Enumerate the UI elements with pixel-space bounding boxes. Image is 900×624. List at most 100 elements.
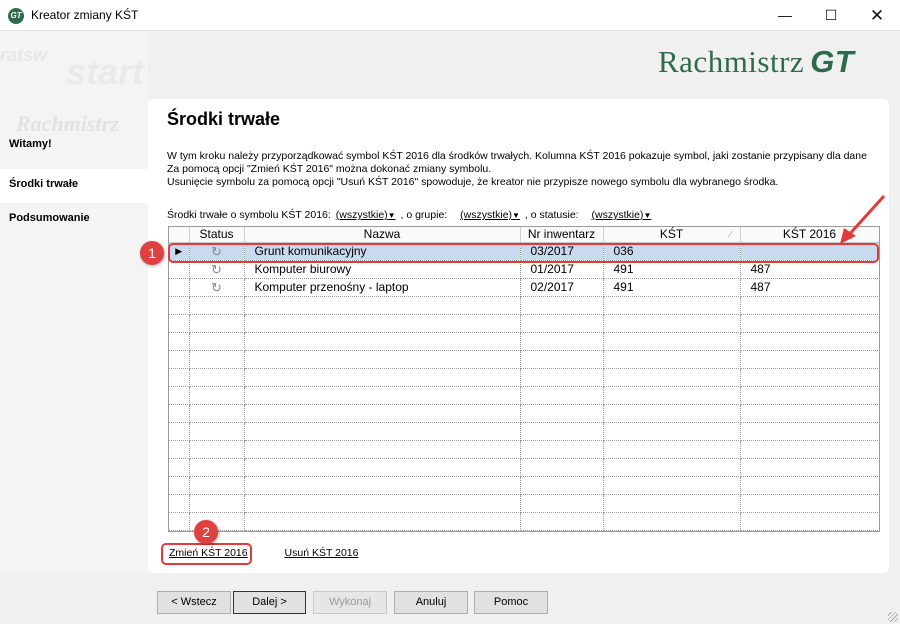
empty-row xyxy=(169,494,879,513)
empty-cell xyxy=(169,350,190,369)
group-filter-dropdown[interactable]: (wszystkie)▼ xyxy=(460,209,520,221)
empty-cell xyxy=(520,494,604,513)
cell-nr-inwentarz[interactable]: 02/2017 xyxy=(520,278,604,297)
remove-kst-2016-link[interactable]: Usuń KŚT 2016 xyxy=(285,547,359,559)
grid-header-row: Status Nazwa Nr inwentarz KŚT ∕ KŚT 2016 xyxy=(169,227,879,243)
empty-cell xyxy=(189,476,245,495)
column-header-nr-inwentarz[interactable]: Nr inwentarz xyxy=(520,227,604,243)
column-header-kst[interactable]: KŚT ∕ xyxy=(603,227,741,243)
maximize-icon[interactable]: ☐ xyxy=(808,0,854,31)
empty-cell xyxy=(169,476,190,495)
empty-row xyxy=(169,440,879,459)
title-bar: GT Kreator zmiany KŚT — ☐ ✕ xyxy=(0,0,900,31)
row-indicator-icon xyxy=(169,278,190,297)
column-header-nazwa[interactable]: Nazwa xyxy=(244,227,521,243)
rachmistrz-logo: Rachmistrz GT xyxy=(658,44,854,80)
dropdown-arrow-icon: ▼ xyxy=(387,211,396,220)
empty-cell xyxy=(169,332,190,351)
finish-button[interactable]: Wykonaj xyxy=(313,591,387,614)
empty-cell xyxy=(740,476,879,495)
filter-bar: Środki trwałe o symbolu KŚT 2016: (wszys… xyxy=(167,209,653,221)
empty-cell xyxy=(740,422,879,441)
table-row[interactable]: ↻ Komputer przenośny - laptop 02/2017 491 48… xyxy=(169,278,879,297)
empty-row xyxy=(169,512,879,531)
empty-cell xyxy=(189,314,245,333)
empty-cell xyxy=(244,386,521,405)
sidebar-item-podsumowanie[interactable]: Podsumowanie xyxy=(0,203,148,237)
cell-kst-2016[interactable]: 487 xyxy=(740,278,879,297)
empty-row xyxy=(169,422,879,441)
cell-nazwa[interactable]: Komputer przenośny - laptop xyxy=(244,278,521,297)
sidebar-item-srodki-trwale[interactable]: Środki trwałe xyxy=(0,169,148,203)
empty-cell xyxy=(740,512,879,531)
status-filter-dropdown[interactable]: (wszystkie)▼ xyxy=(592,209,652,221)
empty-cell xyxy=(740,314,879,333)
empty-cell xyxy=(244,368,521,387)
description-line: Za pomocą opcji "Zmień KŚT 2016" można d… xyxy=(167,163,492,175)
empty-cell xyxy=(603,332,741,351)
change-link-highlight xyxy=(161,543,252,565)
empty-cell xyxy=(520,386,604,405)
empty-cell xyxy=(169,314,190,333)
empty-cell xyxy=(520,296,604,315)
column-header-indicator xyxy=(169,227,190,243)
page-title: Środki trwałe xyxy=(167,109,281,129)
empty-cell xyxy=(169,440,190,459)
empty-cell xyxy=(244,422,521,441)
empty-cell xyxy=(520,404,604,423)
logo-text: Rachmistrz xyxy=(658,44,805,79)
sidebar-decor-text: ratsw xyxy=(0,45,48,65)
empty-cell xyxy=(520,476,604,495)
empty-cell xyxy=(169,458,190,477)
empty-cell xyxy=(169,494,190,513)
cancel-button[interactable]: Anuluj xyxy=(394,591,468,614)
description: W tym kroku należy przyporządkować symbo… xyxy=(167,150,887,189)
sort-icon: ∕ xyxy=(729,229,732,239)
empty-cell xyxy=(603,368,741,387)
empty-row xyxy=(169,476,879,495)
empty-row xyxy=(169,350,879,369)
filter-group-label: , o grupie: xyxy=(400,209,448,221)
back-button[interactable]: < Wstecz xyxy=(157,591,231,614)
window-title: Kreator zmiany KŚT xyxy=(31,8,139,22)
empty-cell xyxy=(189,386,245,405)
empty-cell xyxy=(520,314,604,333)
minimize-icon[interactable]: — xyxy=(762,0,808,31)
resize-grip-icon[interactable] xyxy=(888,612,898,622)
empty-row xyxy=(169,368,879,387)
empty-cell xyxy=(520,332,604,351)
symbol-filter-dropdown[interactable]: (wszystkie)▼ xyxy=(336,209,396,221)
empty-cell xyxy=(244,314,521,333)
assets-grid: Status Nazwa Nr inwentarz KŚT ∕ KŚT 2016 … xyxy=(168,226,880,532)
empty-cell xyxy=(169,368,190,387)
empty-cell xyxy=(740,296,879,315)
filter-prefix: Środki trwałe o symbolu KŚT 2016: xyxy=(167,209,331,221)
empty-cell xyxy=(603,386,741,405)
empty-row xyxy=(169,296,879,315)
empty-cell xyxy=(189,458,245,477)
empty-cell xyxy=(603,422,741,441)
empty-cell xyxy=(520,350,604,369)
empty-row xyxy=(169,314,879,333)
sidebar-item-witamy[interactable]: Witamy! xyxy=(0,129,148,163)
empty-cell xyxy=(603,458,741,477)
description-line: Usunięcie symbolu za pomocą opcji "Usuń … xyxy=(167,176,779,188)
empty-row xyxy=(169,386,879,405)
empty-row xyxy=(169,404,879,423)
main-panel: Środki trwałe W tym kroku należy przypor… xyxy=(148,99,889,573)
empty-cell xyxy=(169,386,190,405)
empty-cell xyxy=(169,422,190,441)
empty-cell xyxy=(169,404,190,423)
dropdown-arrow-icon: ▼ xyxy=(512,211,520,220)
empty-cell xyxy=(603,296,741,315)
column-header-status[interactable]: Status xyxy=(189,227,245,243)
help-button[interactable]: Pomoc xyxy=(474,591,548,614)
cell-kst[interactable]: 491 xyxy=(603,278,741,297)
empty-cell xyxy=(520,440,604,459)
empty-cell xyxy=(740,350,879,369)
empty-cell xyxy=(244,296,521,315)
close-icon[interactable]: ✕ xyxy=(854,0,900,31)
empty-cell xyxy=(169,296,190,315)
next-button[interactable]: Dalej > xyxy=(233,591,306,614)
empty-cell xyxy=(189,350,245,369)
